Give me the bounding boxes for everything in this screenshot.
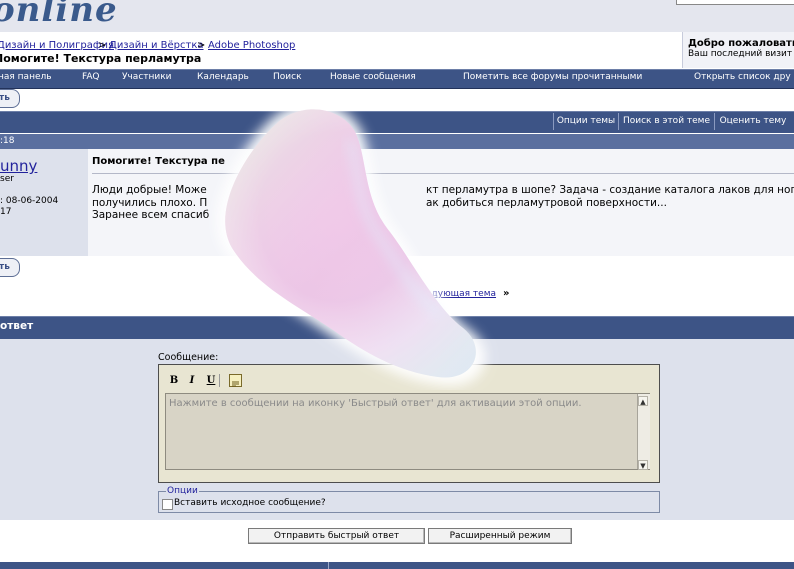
submit-quick-reply-button[interactable]: Отправить быстрый ответ [248,528,425,544]
rate-thread-menu[interactable]: Оценить тему [714,113,791,130]
site-logo[interactable]: online [0,0,118,30]
quote-checkbox[interactable] [162,499,173,510]
thread-options-menu[interactable]: Опции темы [553,113,618,130]
italic-button[interactable]: I [184,374,200,387]
next-thread-arrow: » [503,288,510,299]
page-title: Помогите! Текстура перламутра [0,52,202,65]
nav-item-members[interactable]: Участники [122,72,172,82]
options-legend: Опции [166,486,199,496]
bold-button[interactable]: B [166,374,182,387]
post-text-line-3: Заранее всем спасиб [92,209,210,221]
nav-item-search[interactable]: Поиск [273,72,302,82]
post-time: :18 [0,136,15,146]
pearl-texture-image [217,102,486,386]
welcome-text: Добро пожаловать, [688,38,794,49]
reply-button-top[interactable]: ть [0,89,20,108]
user-title: ser [0,174,14,184]
quote-checkbox-label: Вставить исходное сообщение? [174,498,326,508]
nav-item-calendar[interactable]: Календарь [197,72,249,82]
breadcrumb-separator: > [197,40,206,51]
post-text-line-2a: получились плохо. П [92,197,208,209]
nav-item-new-posts[interactable]: Новые сообщения [330,72,416,82]
post-text-line-1a: Люди добрые! Може [92,184,207,196]
message-textarea[interactable]: Нажмите в сообщении на иконку 'Быстрый о… [165,393,650,470]
breadcrumb-item-design-print[interactable]: Дизайн и Полиграфия [0,40,114,51]
breadcrumb-separator: > [98,40,107,51]
nav-item-faq[interactable]: FAQ [82,72,99,82]
nav-item-mark-read[interactable]: Пометить все форумы прочитанными [463,72,642,82]
breadcrumb-item-photoshop[interactable]: Adobe Photoshop [208,40,295,51]
top-header [0,0,794,33]
registration-date: : 08-06-2004 [0,196,59,206]
breadcrumb-item-design-layout[interactable]: Дизайн и Вёрстка [109,40,204,51]
post-count: 17 [0,207,12,217]
reply-button-bottom[interactable]: ть [0,258,20,277]
nav-item-panel[interactable]: ная панель [0,72,52,82]
username-link[interactable]: unny [0,157,37,175]
last-visit-text: Ваш последний визит [688,49,793,59]
footer-bar [0,562,794,569]
advanced-mode-button[interactable]: Расширенный режим [428,528,572,544]
nav-item-buddy-list[interactable]: Открыть список дру [694,72,791,82]
scroll-up-icon[interactable]: ▲ [638,396,648,406]
quick-reply-title: ответ [0,320,34,332]
search-thread-menu[interactable]: Поиск в этой теме [618,113,714,130]
scroll-down-icon[interactable]: ▼ [638,460,648,470]
header-corner-box [676,0,794,5]
footer-divider [328,562,329,569]
